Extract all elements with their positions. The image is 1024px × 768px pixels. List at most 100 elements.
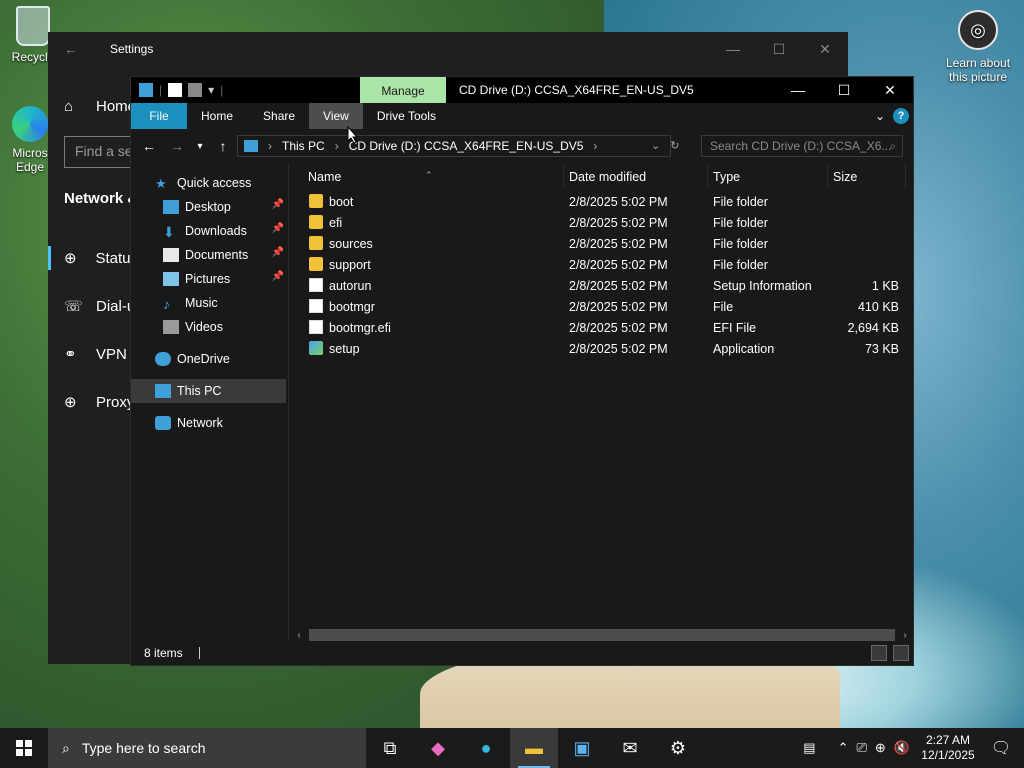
file-row[interactable]: efi 2/8/2025 5:02 PM File folder — [291, 212, 913, 233]
refresh-icon[interactable]: ↻ — [670, 139, 679, 152]
customize-toolbar-icon[interactable]: ▾ — [208, 83, 214, 97]
quick-access-toolbar: | ▾ | — [131, 83, 359, 97]
mail-taskbar-button[interactable]: ✉ — [606, 728, 654, 768]
learn-about-picture-label: Learn about this picture — [945, 56, 1011, 84]
tab-share[interactable]: Share — [248, 103, 309, 129]
breadcrumb-this-pc[interactable]: This PC — [282, 139, 325, 153]
minimize-button[interactable]: — — [710, 32, 756, 66]
scroll-right-icon[interactable]: › — [897, 630, 913, 641]
file-name: efi — [329, 216, 343, 230]
minimize-button[interactable]: — — [775, 77, 821, 103]
file-row[interactable]: support 2/8/2025 5:02 PM File folder — [291, 254, 913, 275]
edge-desktop-icon[interactable]: Micros Edge — [8, 106, 52, 174]
file-list: ⌃ Name Date modified Type Size boot 2/8/2… — [291, 163, 913, 359]
forward-arrow-icon[interactable]: → — [163, 138, 191, 154]
file-name: boot — [329, 195, 354, 209]
address-dropdown-icon[interactable]: ⌄ — [651, 139, 660, 152]
explorer-titlebar: | ▾ | Manage CD Drive (D:) CCSA_X64FRE_E… — [131, 77, 913, 105]
nav-pictures[interactable]: Pictures 📌 — [131, 267, 288, 291]
manage-contextual-tab[interactable]: Manage — [360, 77, 446, 105]
file-row[interactable]: boot 2/8/2025 5:02 PM File folder — [291, 191, 913, 212]
scrollbar-thumb[interactable] — [309, 629, 895, 641]
maximize-button[interactable]: ☐ — [821, 77, 867, 103]
settings-nav-vpn[interactable]: ⚭ VPN — [48, 330, 138, 378]
settings-home[interactable]: ⌂ Home — [48, 82, 136, 130]
nav-desktop[interactable]: Desktop 📌 — [131, 195, 288, 219]
file-explorer-taskbar-button[interactable]: ▬ — [510, 728, 558, 768]
edge-taskbar-button[interactable]: ● — [462, 728, 510, 768]
file-type: File folder — [713, 216, 768, 230]
column-size[interactable]: Size — [833, 170, 857, 184]
store-taskbar-button[interactable]: ▣ — [558, 728, 606, 768]
gear-icon: ⚙ — [669, 737, 687, 758]
properties-icon[interactable] — [168, 83, 183, 97]
large-icons-view-button[interactable] — [893, 645, 909, 661]
expand-ribbon-icon[interactable]: ⌄ — [875, 109, 885, 123]
nav-onedrive[interactable]: OneDrive — [131, 347, 288, 371]
address-bar[interactable]: › This PC › CD Drive (D:) CCSA_X64FRE_EN… — [237, 135, 671, 157]
videos-icon — [163, 320, 179, 334]
taskbar-search-box[interactable]: ⌕ Type here to search — [48, 728, 366, 768]
network-tray-icon[interactable]: ⊕ — [875, 740, 886, 756]
nav-documents[interactable]: Documents 📌 — [131, 243, 288, 267]
file-row[interactable]: setup 2/8/2025 5:02 PM Application 73 KB — [291, 338, 913, 359]
start-button[interactable] — [0, 728, 48, 768]
close-button[interactable]: ✕ — [802, 32, 848, 66]
task-view-button[interactable]: ⧉ — [366, 728, 414, 768]
file-icon — [309, 278, 323, 292]
up-arrow-icon[interactable]: ↑ — [209, 138, 237, 154]
file-row[interactable]: autorun 2/8/2025 5:02 PM Setup Information… — [291, 275, 913, 296]
settings-taskbar-button[interactable]: ⚙ — [654, 728, 702, 768]
close-button[interactable]: ✕ — [867, 77, 913, 103]
nav-music[interactable]: ♪ Music — [131, 291, 288, 315]
new-folder-icon[interactable] — [188, 83, 203, 97]
file-row[interactable]: bootmgr.efi 2/8/2025 5:02 PM EFI File 2,694… — [291, 317, 913, 338]
file-date: 2/8/2025 5:02 PM — [569, 258, 668, 272]
desktop-icon — [163, 200, 179, 214]
scroll-left-icon[interactable]: ‹ — [291, 630, 307, 641]
file-type: Application — [713, 342, 775, 356]
tab-home[interactable]: Home — [187, 103, 248, 129]
settings-nav-dialup[interactable]: ☏ Dial-u — [48, 282, 138, 330]
notification-center-icon[interactable]: 🗨 — [986, 738, 1016, 758]
back-arrow-icon[interactable]: ← — [48, 41, 94, 57]
column-type[interactable]: Type — [713, 170, 740, 184]
learn-about-picture-icon[interactable]: ◎ Learn about this picture — [938, 10, 1018, 84]
cloud-icon — [155, 352, 171, 366]
volume-muted-icon[interactable]: 🔇 — [894, 740, 910, 756]
nav-quick-access[interactable]: ★ Quick access — [131, 171, 288, 195]
settings-nav-status[interactable]: ⊕ Status — [48, 234, 138, 282]
nav-label: Music — [185, 296, 218, 310]
back-arrow-icon[interactable]: ← — [135, 138, 163, 154]
explorer-title: CD Drive (D:) CCSA_X64FRE_EN-US_DV5 — [459, 83, 694, 97]
search-input[interactable]: Search CD Drive (D:) CCSA_X6... ⌕ — [701, 135, 903, 157]
taskbar-clock[interactable]: 2:27 AM 12/1/2025 — [918, 733, 978, 763]
breadcrumb-cd-drive[interactable]: CD Drive (D:) CCSA_X64FRE_EN-US_DV5 — [349, 139, 584, 153]
maximize-button[interactable]: ☐ — [756, 32, 802, 66]
tab-file[interactable]: File — [131, 103, 187, 129]
folder-icon — [309, 257, 323, 271]
details-view-button[interactable] — [871, 645, 887, 661]
column-name[interactable]: Name — [308, 170, 341, 184]
nav-videos[interactable]: Videos — [131, 315, 288, 339]
file-row[interactable]: bootmgr 2/8/2025 5:02 PM File 410 KB — [291, 296, 913, 317]
nav-downloads[interactable]: ⬇ Downloads 📌 — [131, 219, 288, 243]
tab-drive-tools[interactable]: Drive Tools — [363, 103, 450, 129]
meet-now-icon[interactable]: ⎚ — [857, 740, 867, 756]
chevron-up-icon[interactable]: ⌃ — [838, 740, 849, 756]
copilot-button[interactable]: ◆ — [414, 728, 462, 768]
nav-this-pc[interactable]: This PC — [131, 379, 286, 403]
recent-locations-icon[interactable]: ▾ — [191, 141, 209, 152]
file-row[interactable]: sources 2/8/2025 5:02 PM File folder — [291, 233, 913, 254]
recycle-bin-icon — [16, 6, 50, 46]
item-count: 8 items — [144, 646, 183, 660]
news-icon[interactable]: ▤ — [803, 740, 815, 756]
ribbon-tabs: File Home Share View Drive Tools ⌄ ? — [131, 103, 913, 129]
column-date-modified[interactable]: Date modified — [569, 170, 646, 184]
settings-nav-proxy[interactable]: ⊕ Proxy — [48, 378, 138, 426]
computer-icon — [155, 384, 171, 398]
edge-icon — [12, 106, 48, 142]
nav-network[interactable]: Network — [131, 411, 288, 435]
help-icon[interactable]: ? — [893, 108, 909, 124]
drive-icon — [139, 83, 153, 97]
